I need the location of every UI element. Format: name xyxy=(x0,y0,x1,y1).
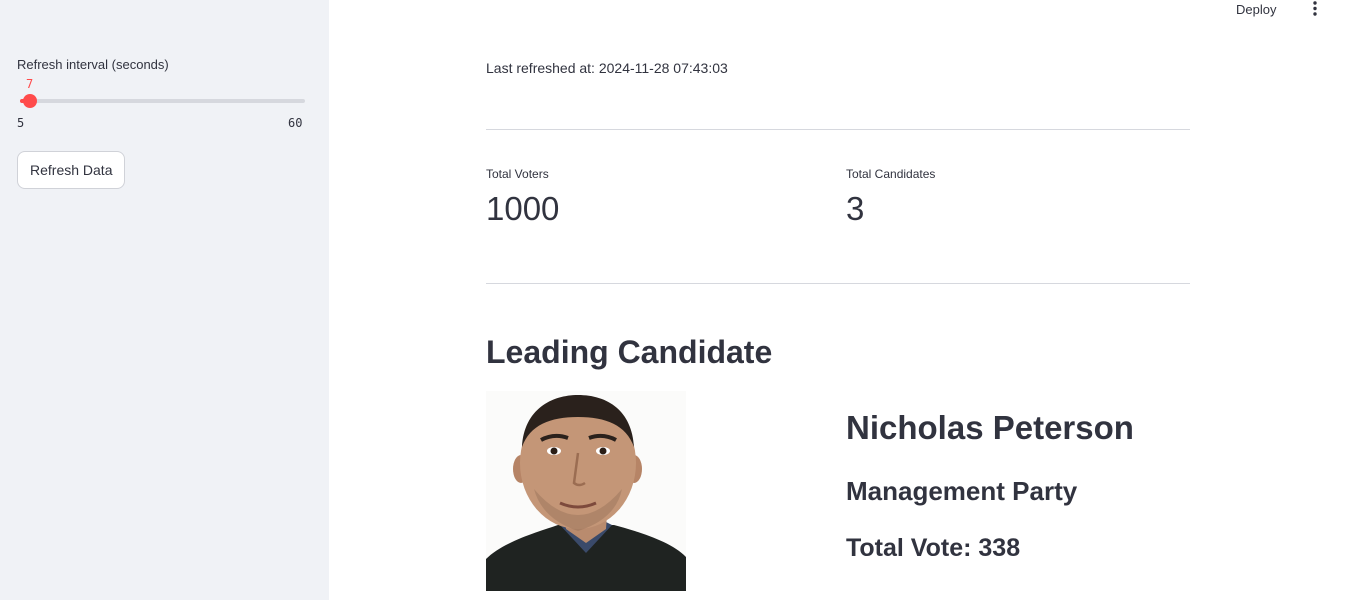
candidate-total-vote: Total Vote: 338 xyxy=(846,534,1021,562)
vertical-ellipsis-icon[interactable] xyxy=(1306,0,1324,18)
last-refreshed-text: Last refreshed at: 2024-11-28 07:43:03 xyxy=(486,60,728,76)
metric-label-total-candidates: Total Candidates xyxy=(846,167,936,181)
candidate-name: Nicholas Peterson xyxy=(846,409,1134,446)
candidate-photo xyxy=(486,391,686,591)
metric-label-total-voters: Total Voters xyxy=(486,167,549,181)
sidebar: Refresh interval (seconds) 7 5 60 Refres… xyxy=(0,0,329,600)
deploy-button[interactable]: Deploy xyxy=(1236,0,1276,18)
slider-min-value: 5 xyxy=(17,116,25,130)
candidate-party: Management Party xyxy=(846,476,1078,506)
leading-candidate-heading: Leading Candidate xyxy=(486,334,773,370)
divider xyxy=(486,129,1190,130)
divider xyxy=(486,283,1190,284)
refresh-interval-slider[interactable] xyxy=(20,94,305,108)
slider-max-value: 60 xyxy=(288,116,303,130)
app-root: Refresh interval (seconds) 7 5 60 Refres… xyxy=(0,0,1353,600)
slider-thumb[interactable] xyxy=(23,94,37,108)
refresh-data-button[interactable]: Refresh Data xyxy=(17,151,126,189)
metric-value-total-voters: 1000 xyxy=(486,190,560,227)
refresh-interval-label: Refresh interval (seconds) xyxy=(17,57,169,72)
metric-value-total-candidates: 3 xyxy=(846,190,865,227)
slider-current-value: 7 xyxy=(26,77,34,91)
